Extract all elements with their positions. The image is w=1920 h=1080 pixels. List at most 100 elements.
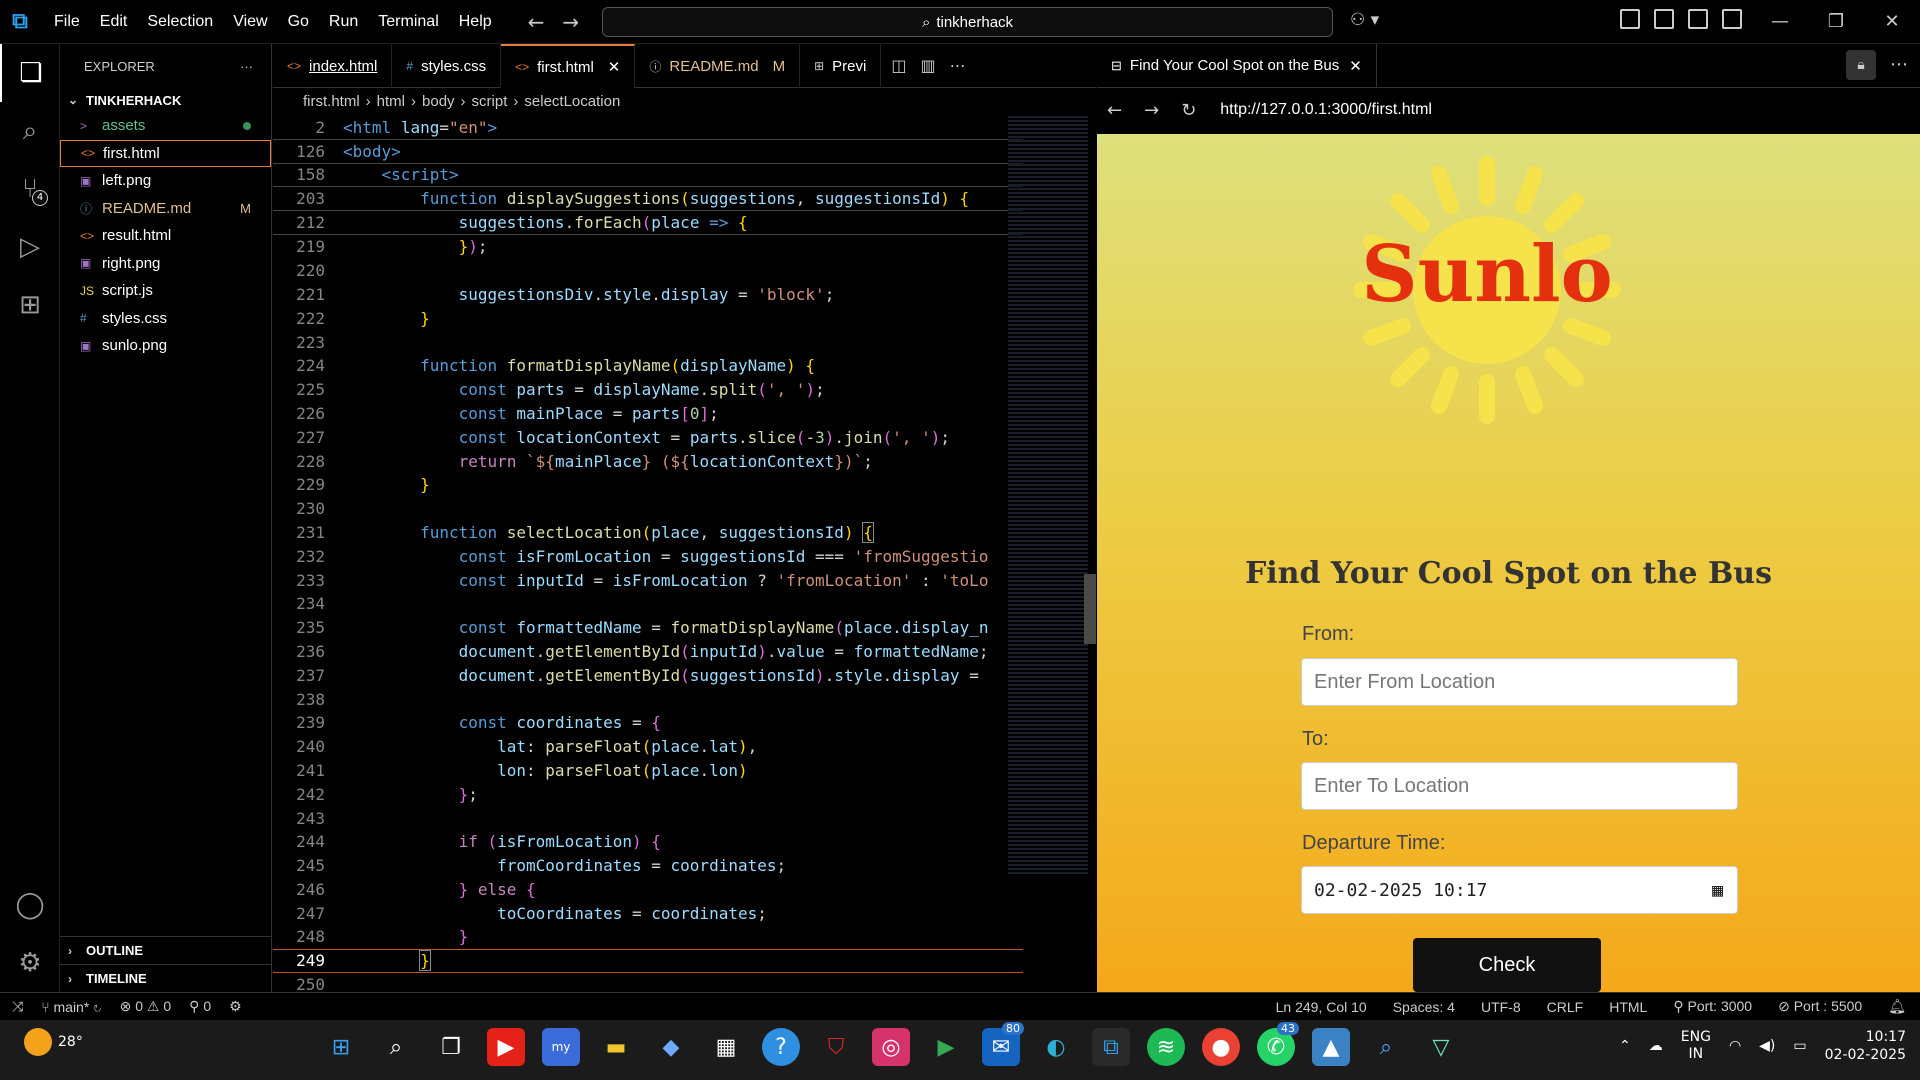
editor-tab[interactable]: <> first.html ✕: [501, 44, 636, 88]
language-indicator[interactable]: ENG IN: [1681, 1029, 1711, 1063]
spotify-icon[interactable]: ≋: [1147, 1028, 1185, 1066]
volume-icon[interactable]: ◀): [1759, 1038, 1775, 1054]
close-icon[interactable]: ✕: [608, 58, 621, 76]
code-line[interactable]: 242 };: [273, 782, 1023, 806]
menu-item-view[interactable]: View: [223, 0, 277, 44]
code-line[interactable]: 227 const locationContext = parts.slice(…: [273, 425, 1023, 449]
file-item[interactable]: ▣ sunlo.png: [60, 332, 271, 360]
search-icon[interactable]: ⌕: [377, 1028, 415, 1066]
file-item[interactable]: JS script.js: [60, 277, 271, 305]
ports-indicator[interactable]: ⚲ 0: [189, 998, 211, 1015]
lock-icon[interactable]: 🔒︎: [1846, 50, 1876, 80]
code-line[interactable]: 219 });: [273, 235, 1023, 259]
vscode-taskbar-icon[interactable]: ⧉: [1092, 1028, 1130, 1066]
code-line[interactable]: 248 }: [273, 925, 1023, 949]
command-center-search[interactable]: ⌕ tinkherhack: [602, 7, 1333, 37]
file-item[interactable]: <> first.html: [60, 139, 271, 167]
breadcrumb-item[interactable]: selectLocation: [524, 93, 620, 110]
run-icon[interactable]: ⚙: [229, 998, 242, 1015]
language-mode[interactable]: HTML: [1609, 999, 1647, 1015]
code-line[interactable]: 246 } else {: [273, 878, 1023, 902]
code-line[interactable]: 220: [273, 259, 1023, 283]
live-server-port[interactable]: ⊘ Port : 5500: [1778, 998, 1862, 1015]
code-line[interactable]: 126 <body>: [273, 139, 1023, 164]
end-of-line[interactable]: CRLF: [1547, 999, 1584, 1015]
code-line[interactable]: 221 suggestionsDiv.style.display = 'bloc…: [273, 283, 1023, 307]
back-arrow-icon[interactable]: ←: [1107, 100, 1122, 121]
toggle-panel-icon[interactable]: [1688, 9, 1708, 29]
minimize-icon[interactable]: —: [1752, 0, 1808, 44]
problems-indicator[interactable]: ⊗ 0 ⚠ 0: [120, 998, 172, 1015]
explorer-icon[interactable]: ❏: [0, 44, 60, 102]
code-line[interactable]: 228 return `${mainPlace} (${locationCont…: [273, 449, 1023, 473]
clock[interactable]: 10:17 02-02-2025: [1825, 1028, 1906, 1064]
more-actions-icon[interactable]: ⋯: [950, 56, 966, 75]
encoding[interactable]: UTF-8: [1481, 999, 1521, 1015]
code-line[interactable]: 231 function selectLocation(place, sugge…: [273, 521, 1023, 545]
menu-item-selection[interactable]: Selection: [137, 0, 223, 44]
windows-start-icon[interactable]: ⊞: [322, 1028, 360, 1066]
menu-item-terminal[interactable]: Terminal: [368, 0, 448, 44]
proton-vpn-icon[interactable]: ▽: [1422, 1028, 1460, 1066]
code-line[interactable]: 229 }: [273, 473, 1023, 497]
port-3000[interactable]: ⚲ Port: 3000: [1673, 998, 1752, 1015]
code-line[interactable]: 241 lon: parseFloat(place.lon): [273, 759, 1023, 783]
forward-arrow-icon[interactable]: →: [562, 10, 579, 34]
code-line[interactable]: 212 suggestions.forEach(place => {: [273, 211, 1023, 235]
file-item[interactable]: ▣ right.png: [60, 250, 271, 278]
browser-tab[interactable]: ⊟ Find Your Cool Spot on the Bus ✕: [1097, 43, 1377, 88]
account-icon[interactable]: ◯: [0, 876, 60, 934]
code-line[interactable]: 232 const isFromLocation = suggestionsId…: [273, 544, 1023, 568]
reload-icon[interactable]: ↻: [1181, 100, 1196, 121]
code-line[interactable]: 237 document.getElementById(suggestionsI…: [273, 663, 1023, 687]
search-icon[interactable]: ⌕: [0, 102, 60, 160]
source-control-icon[interactable]: ⑂ 4: [0, 160, 60, 218]
timeline-section[interactable]: › TIMELINE: [60, 964, 272, 992]
code-line[interactable]: 238: [273, 687, 1023, 711]
remote-icon[interactable]: ⤨: [12, 998, 23, 1015]
code-line[interactable]: 233 const inputId = isFromLocation ? 'fr…: [273, 568, 1023, 592]
close-icon[interactable]: ✕: [1864, 0, 1920, 44]
file-item[interactable]: <> result.html: [60, 222, 271, 250]
menu-item-go[interactable]: Go: [278, 0, 319, 44]
whatsapp-icon[interactable]: ✆ 43: [1257, 1022, 1299, 1066]
cursor-position[interactable]: Ln 249, Col 10: [1276, 999, 1367, 1015]
more-actions-icon[interactable]: ···: [240, 59, 253, 74]
menu-item-file[interactable]: File: [44, 0, 90, 44]
menu-item-help[interactable]: Help: [449, 0, 502, 44]
code-line[interactable]: 230: [273, 497, 1023, 521]
to-location-input[interactable]: Enter To Location: [1301, 762, 1738, 810]
code-line[interactable]: 222 }: [273, 306, 1023, 330]
task-view-icon[interactable]: ❐: [432, 1028, 470, 1066]
from-location-input[interactable]: Enter From Location: [1301, 658, 1738, 706]
code-line[interactable]: 239 const coordinates = {: [273, 711, 1023, 735]
code-line[interactable]: 226 const mainPlace = parts[0];: [273, 402, 1023, 426]
code-line[interactable]: 249 }: [273, 948, 1023, 973]
breadcrumb-item[interactable]: first.html: [303, 93, 360, 110]
branch-indicator[interactable]: ⑂ main* ↻: [41, 999, 101, 1015]
chrome-icon[interactable]: ●: [1202, 1028, 1240, 1066]
back-arrow-icon[interactable]: ←: [528, 10, 545, 34]
url-input[interactable]: http://127.0.0.1:3000/first.html: [1220, 101, 1432, 119]
file-explorer-icon[interactable]: ▬: [597, 1028, 635, 1066]
scrollbar-thumb[interactable]: [1084, 574, 1096, 644]
code-line[interactable]: 224 function formatDisplayName(displayNa…: [273, 354, 1023, 378]
search-app-icon[interactable]: ⌕: [1367, 1028, 1405, 1066]
code-line[interactable]: 236 document.getElementById(inputId).val…: [273, 640, 1023, 664]
battery-icon[interactable]: ▭: [1793, 1038, 1806, 1054]
youtube-icon[interactable]: ▶: [487, 1028, 525, 1066]
breadcrumb-item[interactable]: script: [472, 93, 508, 110]
toggle-primary-sidebar-icon[interactable]: [1654, 9, 1674, 29]
outlook-icon[interactable]: ✉ 80: [982, 1022, 1024, 1066]
departure-time-input[interactable]: 02-02-2025 10:17 ▦: [1301, 866, 1738, 914]
wifi-icon[interactable]: ◠: [1729, 1038, 1741, 1054]
mcafee-icon[interactable]: ⛉: [817, 1028, 855, 1066]
copilot-icon[interactable]: ⚇ ▾: [1350, 10, 1379, 30]
code-area[interactable]: 2 <html lang="en"> 126 <body> 158 <script> 20…: [273, 116, 1023, 994]
code-line[interactable]: 244 if (isFromLocation) {: [273, 830, 1023, 854]
code-line[interactable]: 225 const parts = displayName.split(', '…: [273, 378, 1023, 402]
check-button[interactable]: Check: [1413, 938, 1601, 992]
workspace-root[interactable]: ⌄ TINKHERHACK: [60, 88, 271, 112]
code-line[interactable]: 223: [273, 330, 1023, 354]
code-line[interactable]: 245 fromCoordinates = coordinates;: [273, 854, 1023, 878]
